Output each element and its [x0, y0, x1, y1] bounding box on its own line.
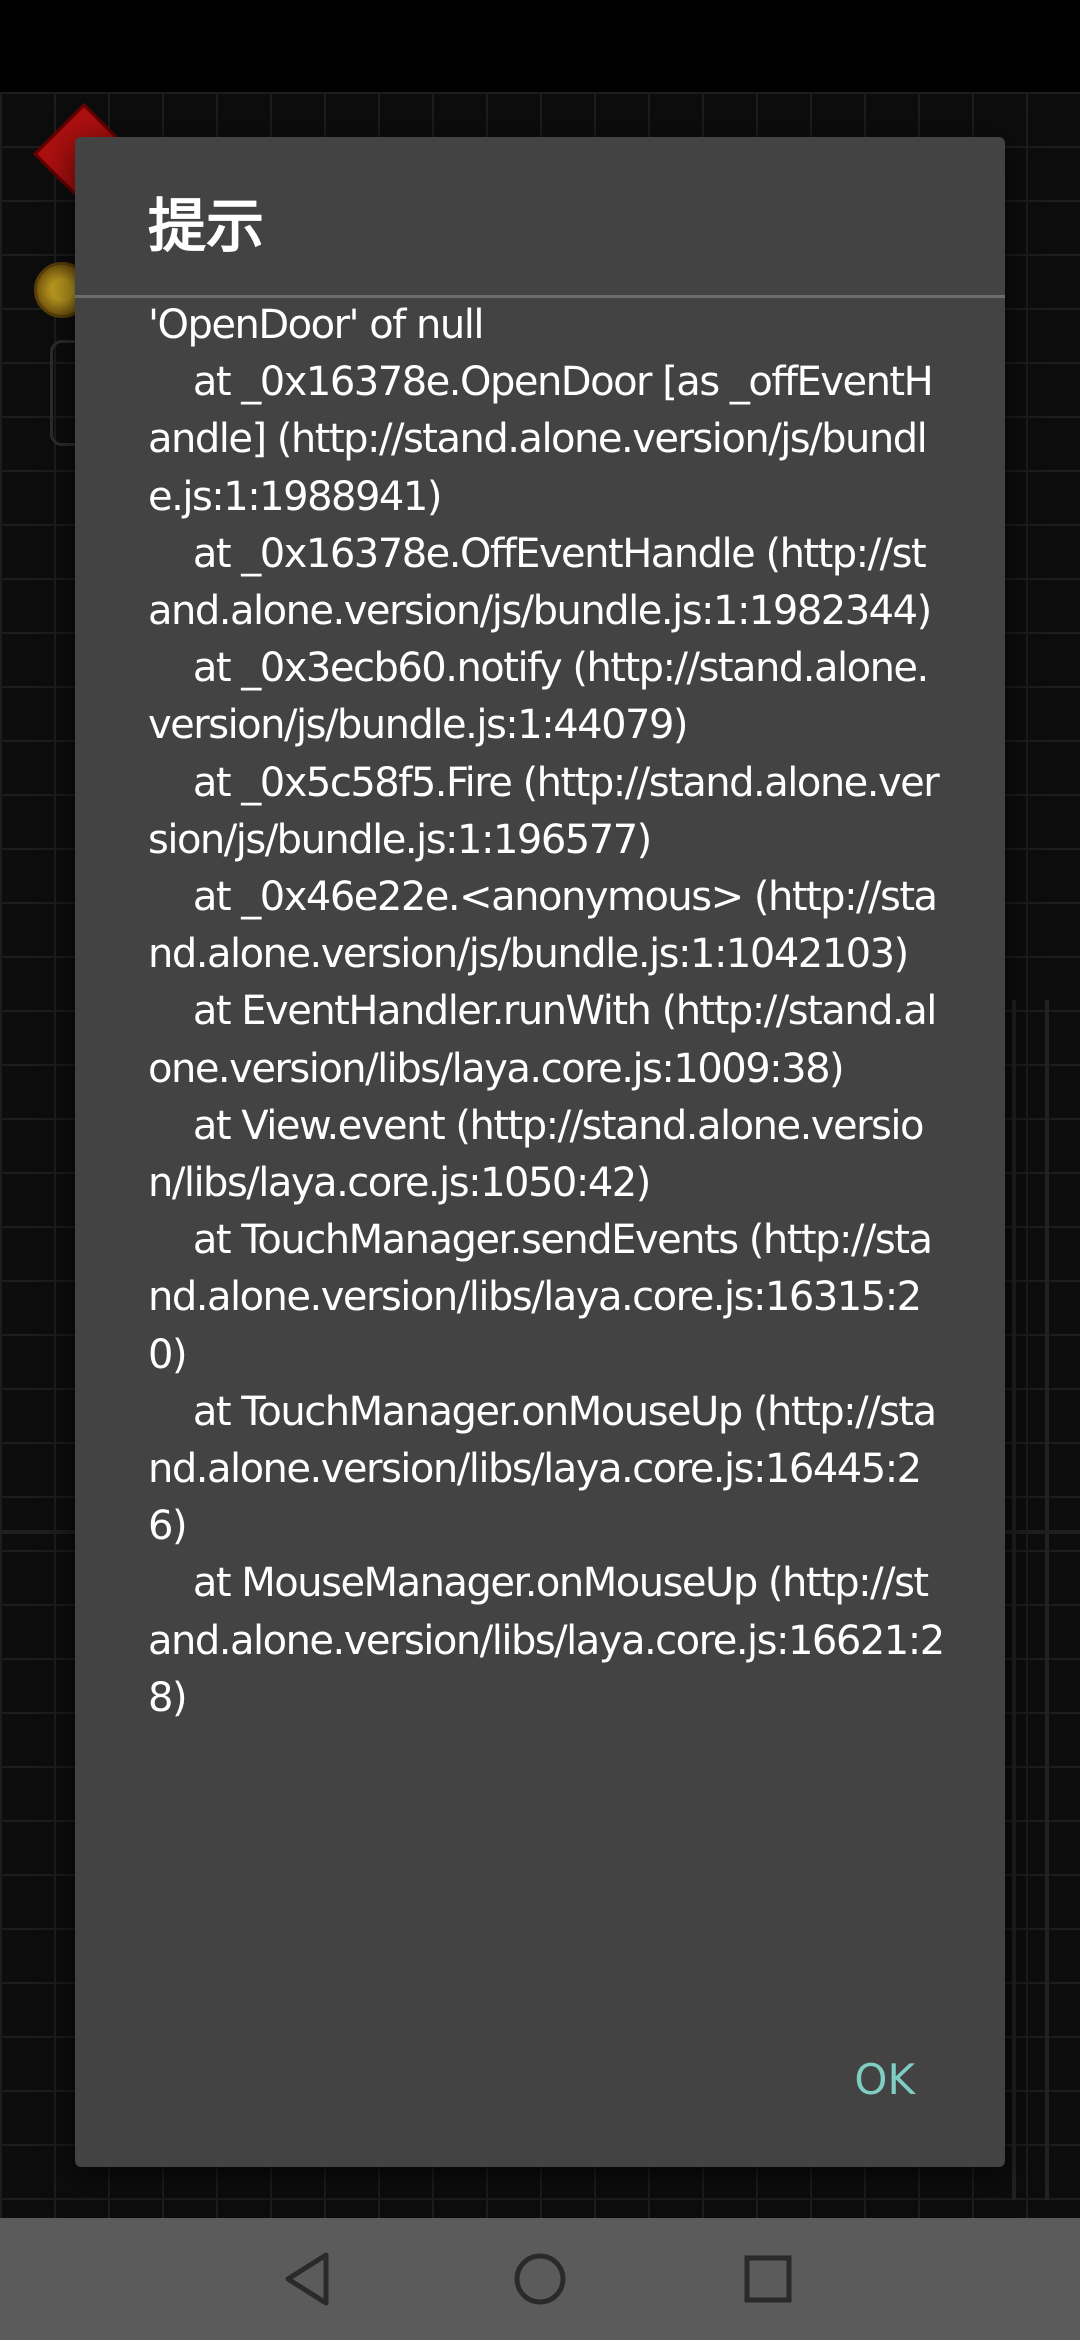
- game-column-line: [1012, 1000, 1016, 2200]
- ok-button[interactable]: OK: [854, 2055, 915, 2104]
- screen: 提示 'OpenDoor' of null at _0x16378e.OpenD…: [0, 0, 1080, 2340]
- game-column-line: [1045, 1000, 1049, 2200]
- navigation-bar: [0, 2218, 1080, 2340]
- dialog-message[interactable]: 'OpenDoor' of null at _0x16378e.OpenDoor…: [148, 297, 948, 2147]
- home-button[interactable]: [505, 2246, 575, 2312]
- recents-button[interactable]: [733, 2246, 803, 2312]
- dialog-title: 提示: [148, 192, 265, 260]
- status-bar: [0, 0, 1080, 92]
- back-button[interactable]: [273, 2246, 343, 2312]
- triangle-back-icon: [285, 2252, 329, 2306]
- square-recents-icon: [744, 2255, 792, 2303]
- alert-dialog: 提示 'OpenDoor' of null at _0x16378e.OpenD…: [75, 137, 1005, 2167]
- circle-home-icon: [514, 2253, 566, 2305]
